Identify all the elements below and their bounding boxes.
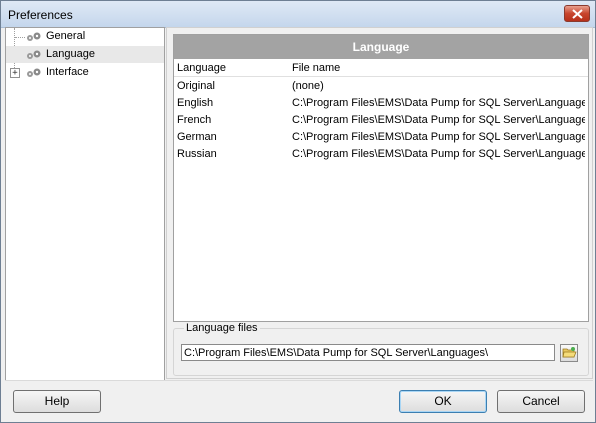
language-cell: English	[177, 97, 214, 109]
language-cell: German	[177, 131, 217, 143]
file-name-cell: C:\Program Files\EMS\Data Pump for SQL S…	[292, 114, 585, 126]
list-item[interactable]: Russian C:\Program Files\EMS\Data Pump f…	[174, 146, 588, 163]
column-header-file-name[interactable]: File name	[292, 62, 585, 74]
file-name-cell: (none)	[292, 80, 324, 92]
tree-item-label: General	[46, 30, 86, 42]
window-title: Preferences	[8, 8, 73, 22]
tree-item-label: Interface	[46, 66, 89, 78]
tree-item-general[interactable]: General	[6, 28, 164, 45]
title-bar[interactable]: Preferences	[1, 1, 595, 28]
list-header: Language File name	[174, 60, 588, 77]
panel-header: Language	[174, 35, 588, 59]
list-item[interactable]: English C:\Program Files\EMS\Data Pump f…	[174, 95, 588, 112]
tree-item-label: Language	[46, 48, 95, 60]
gears-icon	[27, 68, 41, 77]
gears-icon	[27, 32, 41, 41]
language-list-panel: Language Language File name Original (no…	[173, 34, 589, 322]
cancel-button[interactable]: Cancel	[497, 390, 585, 413]
gears-icon	[27, 50, 41, 59]
button-bar: Help OK Cancel	[5, 380, 593, 421]
browse-folder-button[interactable]	[560, 344, 578, 362]
language-cell: French	[177, 114, 212, 126]
help-button[interactable]: Help	[13, 390, 101, 413]
expand-icon[interactable]: +	[10, 68, 20, 78]
folder-open-icon	[562, 347, 577, 358]
tree-item-language[interactable]: Language	[6, 46, 164, 63]
list-item[interactable]: German C:\Program Files\EMS\Data Pump fo…	[174, 129, 588, 146]
list-item[interactable]: Original (none)	[174, 78, 588, 95]
close-button[interactable]	[564, 5, 590, 22]
file-name-cell: C:\Program Files\EMS\Data Pump for SQL S…	[292, 131, 585, 143]
file-name-cell: C:\Program Files\EMS\Data Pump for SQL S…	[292, 97, 585, 109]
language-cell: Russian	[177, 148, 217, 160]
close-icon	[572, 9, 583, 19]
column-header-language[interactable]: Language	[177, 62, 226, 74]
preferences-tree[interactable]: General Language + Interface	[5, 27, 165, 381]
tree-item-interface[interactable]: + Interface	[6, 64, 164, 81]
list-item[interactable]: French C:\Program Files\EMS\Data Pump fo…	[174, 112, 588, 129]
language-files-group: Language files C:\Program Files\EMS\Data…	[173, 322, 589, 376]
ok-button[interactable]: OK	[399, 390, 487, 413]
language-files-label: Language files	[184, 322, 260, 334]
settings-pane: Language Language File name Original (no…	[166, 27, 593, 379]
language-files-path-input[interactable]: C:\Program Files\EMS\Data Pump for SQL S…	[181, 344, 555, 361]
file-name-cell: C:\Program Files\EMS\Data Pump for SQL S…	[292, 148, 585, 160]
preferences-window: Preferences General Language + Interface…	[0, 0, 596, 423]
language-cell: Original	[177, 80, 215, 92]
